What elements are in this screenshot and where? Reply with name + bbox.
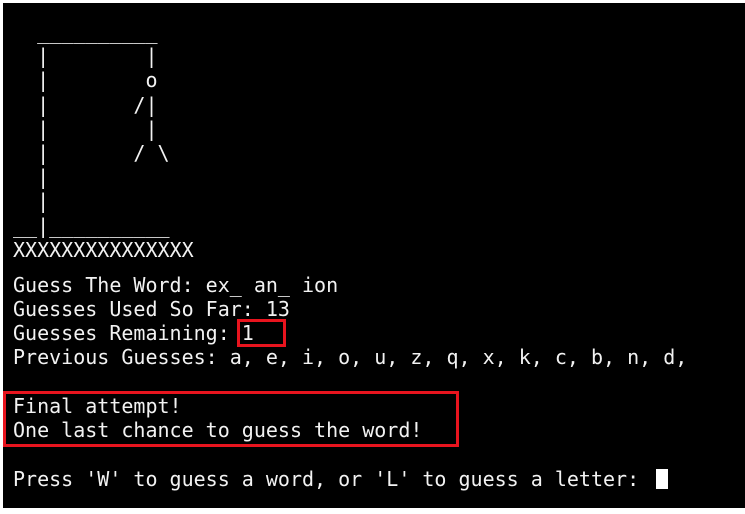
guesses-used-line: Guesses Used So Far: 13	[13, 297, 290, 321]
input-prompt: Press 'W' to guess a word, or 'L' to gue…	[13, 467, 652, 491]
terminal-window: __________ | | | o | /| | | | / \ | | __…	[3, 3, 745, 508]
previous-guesses-label: Previous Guesses:	[13, 345, 230, 369]
previous-guesses-list: a, e, i, o, u, z, q, x, k, c, b, n, d,	[229, 345, 688, 369]
guesses-used-value: 13	[265, 297, 290, 321]
guesses-remaining-line: Guesses Remaining: 1	[13, 321, 254, 345]
hangman-gallows-art: __________ | | | o | /| | | | / \ | | __…	[13, 20, 194, 262]
input-prompt-line: Press 'W' to guess a word, or 'L' to gue…	[13, 467, 669, 491]
masked-word: ex_ an_ ion	[205, 273, 339, 297]
word-label: Guess The Word:	[13, 273, 206, 297]
guesses-used-label: Guesses Used So Far:	[13, 297, 266, 321]
guesses-remaining-label: Guesses Remaining:	[13, 321, 242, 345]
text-cursor[interactable]	[656, 469, 669, 489]
previous-guesses-line: Previous Guesses: a, e, i, o, u, z, q, x…	[13, 345, 687, 369]
final-attempt-highlight-box	[3, 391, 459, 447]
remaining-highlight-box	[237, 319, 286, 347]
word-line: Guess The Word: ex_ an_ ion	[13, 273, 338, 297]
